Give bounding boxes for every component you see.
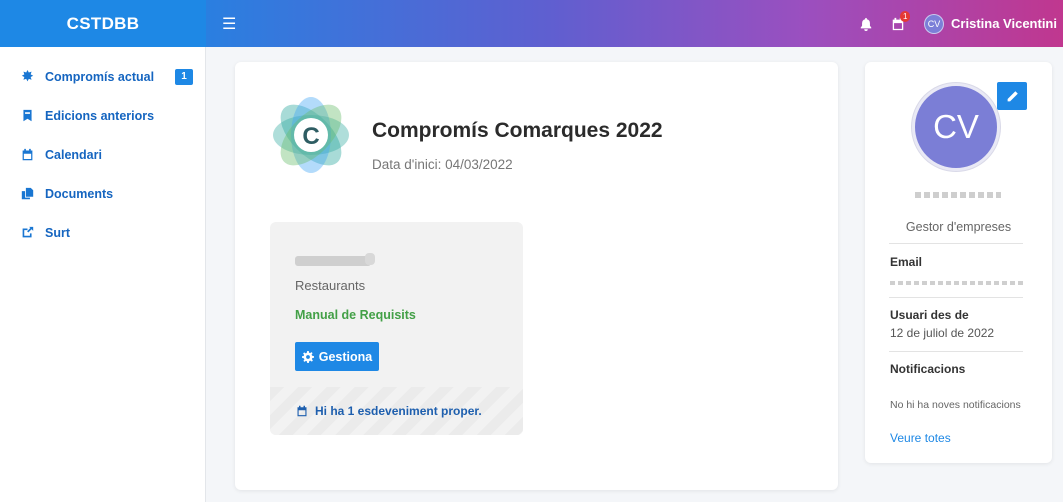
member-since-label: Usuari des de bbox=[890, 308, 969, 322]
notifications-empty: No hi ha noves notificacions bbox=[890, 399, 1021, 411]
divider bbox=[889, 351, 1023, 352]
bookmark-icon bbox=[23, 109, 32, 122]
avatar: CV bbox=[912, 83, 1000, 171]
sidebar-item-label: Compromís actual bbox=[45, 69, 155, 84]
profile-name-redacted bbox=[915, 192, 1001, 198]
sidebar-item-calendar[interactable]: Calendari bbox=[0, 135, 205, 174]
sidebar: Compromís actual 1 Edicions anteriors Ca… bbox=[0, 47, 206, 502]
email-label: Email bbox=[890, 255, 923, 269]
count-badge: 1 bbox=[175, 68, 193, 85]
sidebar-item-label: Surt bbox=[45, 225, 70, 240]
sidebar-item-documents[interactable]: Documents bbox=[0, 174, 205, 213]
campaign-card: C Compromís Comarques 2022 Data d'inici:… bbox=[235, 62, 838, 490]
user-name: Cristina Vicentini bbox=[951, 16, 1057, 31]
manage-button-label: Gestiona bbox=[318, 349, 373, 364]
profile-role: Gestor d'empreses bbox=[905, 220, 1012, 234]
calendar-icon bbox=[22, 148, 33, 161]
pencil-icon bbox=[1007, 90, 1018, 101]
email-redacted bbox=[890, 281, 1024, 285]
page-title: Compromís Comarques 2022 bbox=[372, 119, 663, 142]
brand-logo[interactable]: CSTDBB bbox=[0, 0, 206, 47]
calendar-icon[interactable]: 1 bbox=[882, 10, 914, 31]
sidebar-item-label: Edicions anteriors bbox=[45, 108, 155, 123]
profile-card: CV Gestor d'empreses Email Usuari des de… bbox=[865, 62, 1052, 463]
calendar-badge: 1 bbox=[900, 10, 911, 22]
sidebar-item-current-commitment[interactable]: Compromís actual 1 bbox=[0, 57, 205, 96]
company-name-redacted bbox=[295, 253, 375, 266]
navbar: ☰ 1 CV Cristina Vicentini bbox=[206, 0, 1063, 47]
upcoming-events-notice[interactable]: Hi ha 1 esdeveniment proper. bbox=[270, 387, 523, 435]
hamburger-icon[interactable]: ☰ bbox=[222, 14, 244, 34]
documents-icon bbox=[21, 187, 34, 200]
user-menu[interactable]: CV Cristina Vicentini bbox=[924, 13, 1057, 34]
bell-icon[interactable] bbox=[850, 17, 882, 31]
divider bbox=[889, 243, 1023, 244]
gear-icon bbox=[301, 350, 314, 363]
divider bbox=[889, 297, 1023, 298]
sidebar-item-label: Calendari bbox=[45, 147, 102, 162]
sidebar-item-label: Documents bbox=[45, 186, 114, 201]
notifications-label: Notificacions bbox=[890, 362, 966, 376]
navbar-actions: 1 CV Cristina Vicentini bbox=[850, 10, 1057, 34]
top-bar: CSTDBB ☰ 1 CV Cristina Vicentini bbox=[0, 0, 1063, 47]
campaign-logo-icon: C bbox=[273, 97, 349, 173]
sidebar-item-logout[interactable]: Surt bbox=[0, 213, 205, 252]
company-card: Restaurants Manual de Requisits Gestiona… bbox=[270, 222, 523, 435]
sidebar-item-previous-editions[interactable]: Edicions anteriors bbox=[0, 96, 205, 135]
manual-link[interactable]: Manual de Requisits bbox=[295, 308, 416, 322]
event-notice-text: Hi ha 1 esdeveniment proper. bbox=[315, 404, 482, 418]
edit-profile-button[interactable] bbox=[997, 82, 1027, 110]
logout-icon bbox=[22, 226, 34, 238]
avatar: CV bbox=[924, 13, 945, 34]
start-date: Data d'inici: 04/03/2022 bbox=[372, 157, 513, 172]
company-sector: Restaurants bbox=[295, 278, 366, 293]
calendar-icon bbox=[297, 405, 307, 417]
member-since-value: 12 de juliol de 2022 bbox=[890, 326, 995, 340]
sun-icon bbox=[21, 70, 34, 82]
manage-button[interactable]: Gestiona bbox=[295, 342, 379, 371]
see-all-link[interactable]: Veure totes bbox=[890, 431, 951, 445]
logo-letter: C bbox=[302, 123, 319, 150]
